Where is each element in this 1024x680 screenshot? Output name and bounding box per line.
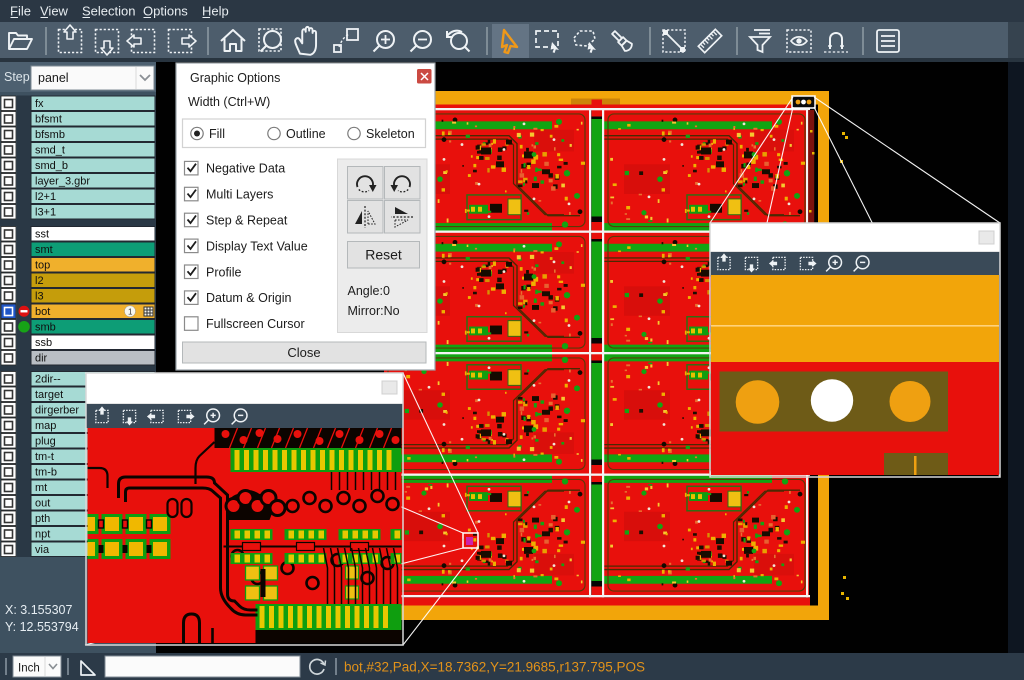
svg-text:Step: Step (4, 70, 30, 84)
svg-text:panel: panel (38, 71, 69, 85)
svg-text:smd_t: smd_t (35, 145, 65, 157)
svg-text:smd_b: smd_b (35, 160, 68, 172)
svg-text:Y: 12.553794: Y: 12.553794 (5, 620, 79, 634)
svg-text:plug: plug (35, 436, 56, 448)
svg-text:Display Text Value: Display Text Value (206, 239, 308, 253)
svg-text:bfsmb: bfsmb (35, 129, 65, 141)
svg-text:smt: smt (35, 244, 53, 256)
svg-text:Datum & Origin: Datum & Origin (206, 291, 291, 305)
svg-text:tm-t: tm-t (35, 451, 54, 463)
svg-text:map: map (35, 420, 56, 432)
svg-text:out: out (35, 498, 50, 510)
svg-text:Fullscreen Cursor: Fullscreen Cursor (206, 317, 305, 331)
svg-text:File: File (10, 4, 31, 19)
svg-text:bot: bot (35, 306, 50, 318)
svg-text:top: top (35, 260, 50, 272)
svg-text:Outline: Outline (286, 127, 326, 141)
svg-text:View: View (40, 4, 69, 19)
svg-text:target: target (35, 389, 63, 401)
svg-text:l2: l2 (35, 275, 44, 287)
svg-text:Negative Data: Negative Data (206, 162, 285, 176)
svg-text:Width (Ctrl+W): Width (Ctrl+W) (188, 95, 270, 109)
svg-text:2dir--: 2dir-- (35, 374, 61, 386)
svg-text:Selection: Selection (82, 4, 135, 19)
svg-text:bot,#32,Pad,X=18.7362,Y=21.968: bot,#32,Pad,X=18.7362,Y=21.9685,r137.795… (344, 660, 645, 675)
svg-text:via: via (35, 544, 50, 556)
svg-text:Skeleton: Skeleton (366, 127, 415, 141)
svg-text:l2+1: l2+1 (35, 191, 56, 203)
svg-text:1: 1 (128, 308, 133, 317)
svg-text:mt: mt (35, 482, 47, 494)
svg-text:X: 3.155307: X: 3.155307 (5, 603, 72, 617)
svg-text:Help: Help (202, 4, 229, 19)
svg-text:l3: l3 (35, 291, 44, 303)
svg-text:Close: Close (287, 345, 320, 360)
svg-text:tm-b: tm-b (35, 467, 57, 479)
svg-text:Options: Options (143, 4, 188, 19)
svg-text:ssb: ssb (35, 337, 52, 349)
svg-text:Mirror:No: Mirror:No (348, 304, 400, 318)
svg-text:npt: npt (35, 529, 50, 541)
svg-text:dir: dir (35, 353, 48, 365)
svg-text:Angle:0: Angle:0 (348, 284, 390, 298)
svg-text:pth: pth (35, 513, 50, 525)
svg-text:bfsmt: bfsmt (35, 114, 62, 126)
svg-text:Step & Repeat: Step & Repeat (206, 214, 288, 228)
svg-text:l3+1: l3+1 (35, 207, 56, 219)
svg-text:Graphic Options: Graphic Options (190, 71, 280, 85)
svg-text:Fill: Fill (209, 127, 225, 141)
svg-text:Reset: Reset (365, 247, 402, 263)
svg-text:sst: sst (35, 229, 49, 241)
svg-text:Profile: Profile (206, 265, 241, 279)
svg-text:smb: smb (35, 322, 56, 334)
svg-text:Inch: Inch (18, 663, 40, 675)
svg-text:dirgerber: dirgerber (35, 405, 79, 417)
svg-text:Multi Layers: Multi Layers (206, 188, 273, 202)
svg-text:fx: fx (35, 98, 44, 110)
svg-text:layer_3.gbr: layer_3.gbr (35, 176, 90, 188)
